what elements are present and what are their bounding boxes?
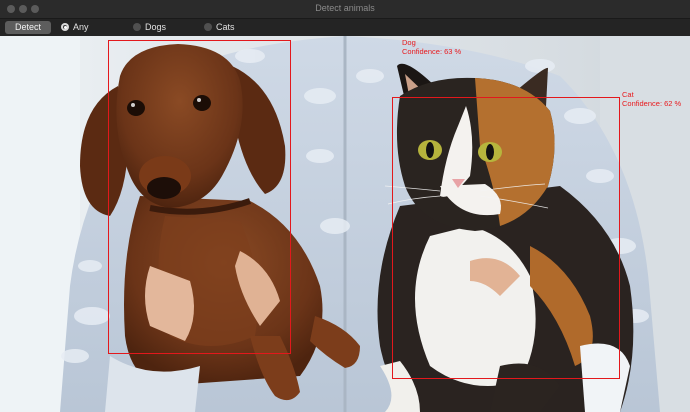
radio-selected-indicator — [61, 23, 69, 31]
detection-label-dog: Dog Confidence: 63 % — [402, 38, 461, 56]
filter-radio-label: Cats — [216, 22, 235, 32]
title-bar: Detect animals — [0, 0, 690, 19]
window-title: Detect animals — [315, 3, 375, 13]
radio-indicator — [204, 23, 212, 31]
detect-button[interactable]: Detect — [5, 21, 51, 34]
detection-box-cat: Cat Confidence: 62 % — [392, 90, 681, 379]
filter-radio-label: Dogs — [145, 22, 167, 32]
filter-radio-label: Any — [73, 22, 89, 32]
detection-box-dog: Dog Confidence: 63 % — [108, 38, 461, 354]
detection-confidence: Confidence: 63 % — [402, 47, 462, 56]
detection-label-cat: Cat Confidence: 62 % — [622, 90, 681, 108]
toolbar: Detect Any Dogs Cats — [0, 19, 690, 36]
radio-indicator — [133, 23, 141, 31]
detection-class: Dog — [402, 38, 416, 47]
detection-image: Dog Confidence: 63 % Cat Confidence: 62 … — [0, 36, 690, 412]
app-window: Detect animals Detect Any Dogs Cats Dog … — [0, 0, 690, 412]
detection-class: Cat — [622, 90, 634, 99]
detection-confidence: Confidence: 62 % — [622, 99, 682, 108]
